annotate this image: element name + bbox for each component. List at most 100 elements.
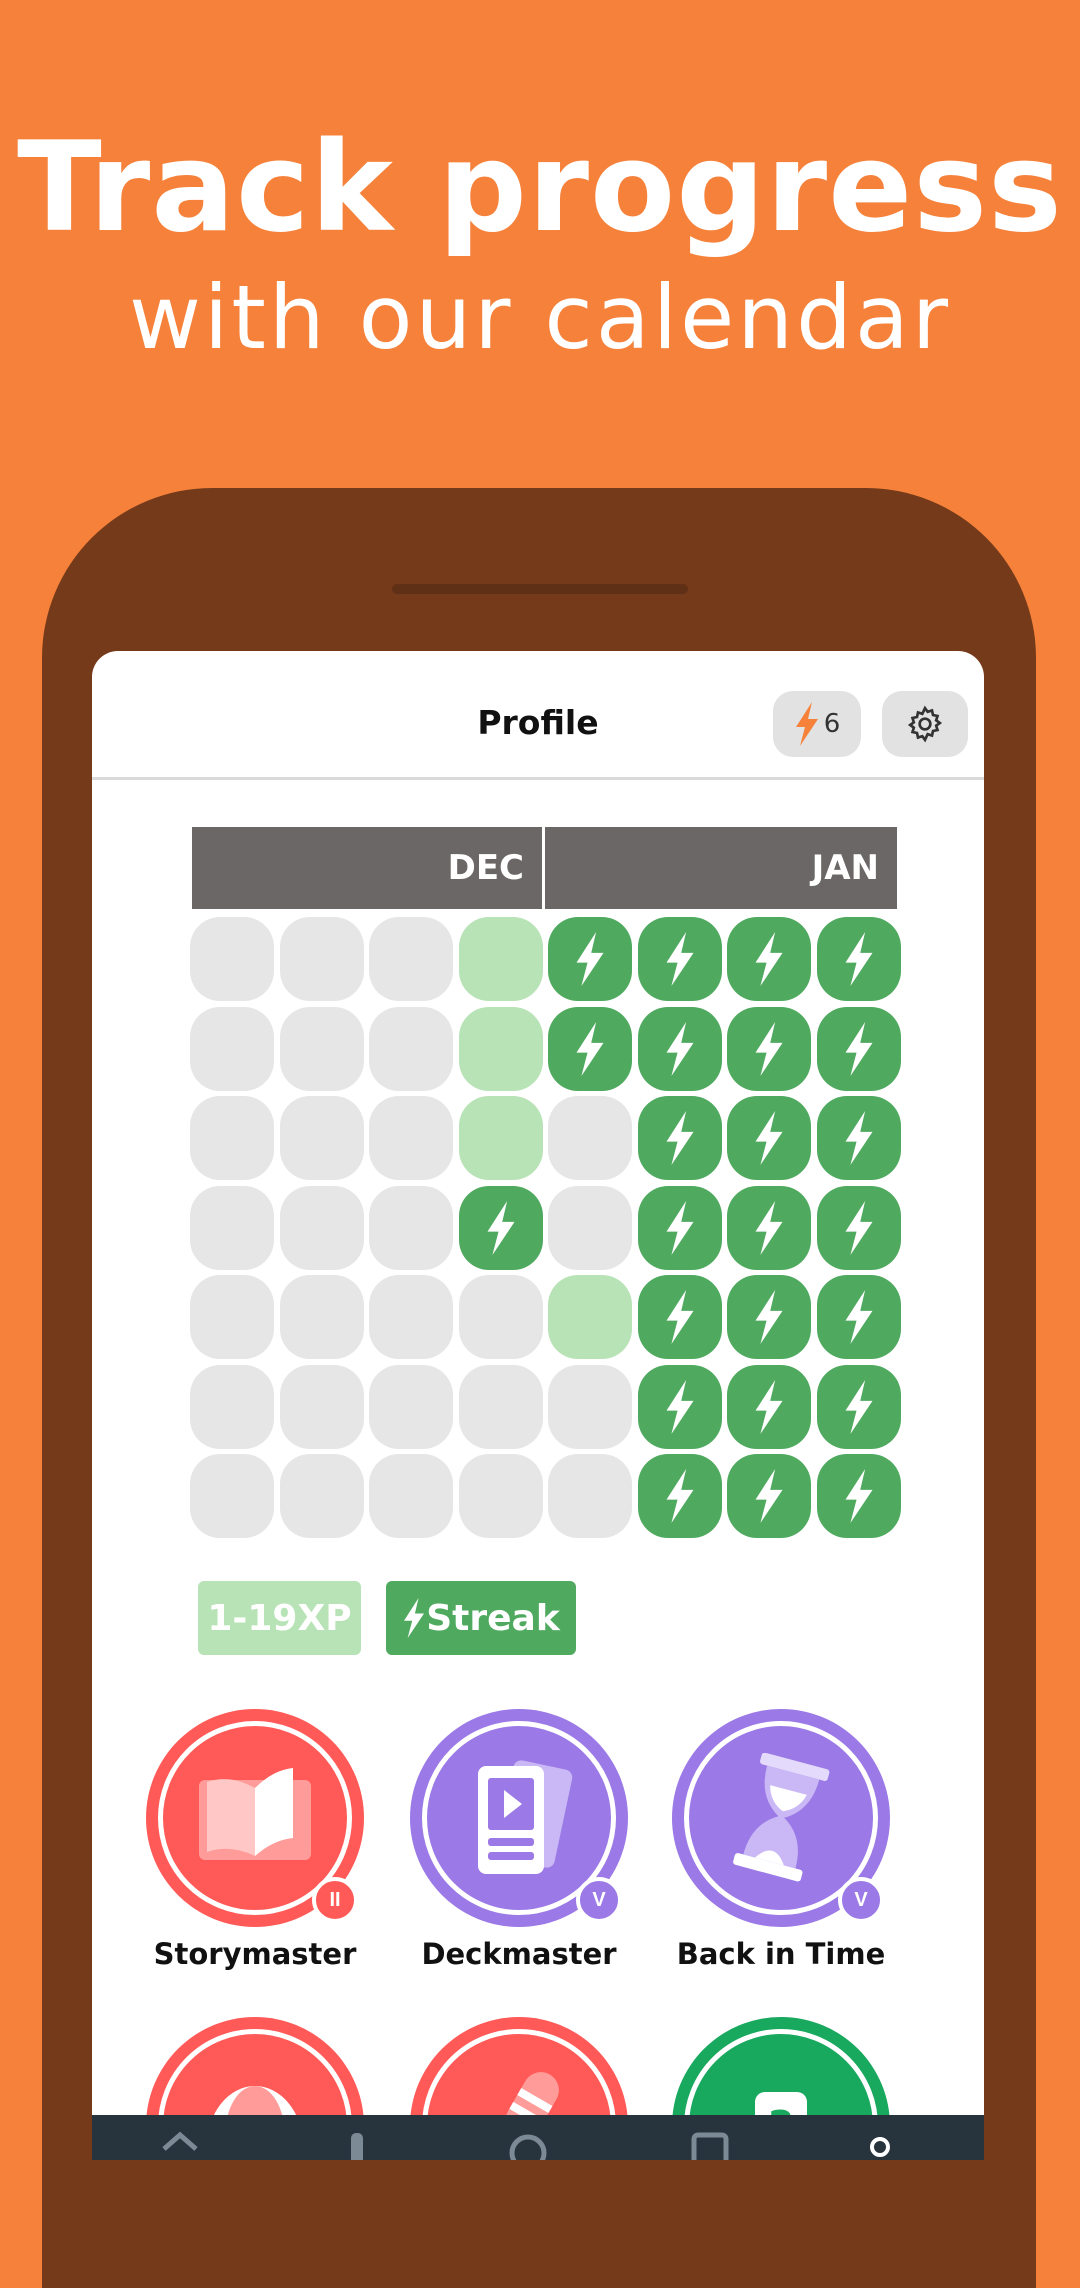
calendar-day-streak[interactable] <box>816 1185 901 1270</box>
calendar-day-empty[interactable] <box>369 1006 453 1091</box>
badge-medal: V <box>672 1709 890 1927</box>
bottom-navigation <box>92 2115 984 2160</box>
calendar-day-streak[interactable] <box>727 1096 811 1180</box>
lightning-bolt-icon <box>755 1021 783 1076</box>
calendar-day-empty[interactable] <box>279 1096 364 1180</box>
calendar-day-streak[interactable] <box>637 917 722 1001</box>
calendar-day-empty[interactable] <box>548 1096 632 1180</box>
badge-level: II <box>312 1877 358 1923</box>
calendar-day-empty[interactable] <box>548 1185 632 1270</box>
badge-medal: V <box>410 1709 628 1927</box>
calendar-day-empty[interactable] <box>369 1096 453 1180</box>
calendar-day-streak[interactable] <box>816 1006 901 1091</box>
hourglass-icon <box>733 1753 830 1882</box>
calendar-day-xp[interactable] <box>458 1096 543 1180</box>
streak-counter-button[interactable]: 6 <box>773 691 861 757</box>
calendar-day-streak[interactable] <box>637 1454 722 1538</box>
calendar-day-empty[interactable] <box>190 917 274 1001</box>
calendar-day-empty[interactable] <box>369 1185 453 1270</box>
calendar-day-streak[interactable] <box>727 1275 811 1359</box>
calendar-day-streak[interactable] <box>816 1364 901 1449</box>
calendar-day-xp[interactable] <box>458 917 543 1001</box>
calendar-day-empty[interactable] <box>190 1454 274 1538</box>
lightning-bolt-icon <box>404 1598 425 1638</box>
lightning-bolt-icon <box>755 1469 783 1523</box>
lessons-icon[interactable] <box>337 2129 377 2160</box>
calendar-day-streak[interactable] <box>548 917 632 1001</box>
calendar-day-streak[interactable] <box>816 1275 901 1359</box>
gear-icon <box>907 705 943 743</box>
calendar-day-streak[interactable] <box>816 1454 901 1538</box>
lightning-bolt-icon <box>845 1379 872 1434</box>
calendar-day-empty[interactable] <box>279 1454 364 1538</box>
badge-label: Deckmaster <box>421 1937 617 1971</box>
lightning-bolt-icon <box>576 1021 604 1076</box>
calendar-day-empty[interactable] <box>279 917 364 1001</box>
calendar-day-xp[interactable] <box>458 1006 543 1091</box>
calendar-day-streak[interactable] <box>727 1185 811 1270</box>
top-bar: Profile 6 <box>92 651 984 780</box>
month-label-jan: JAN <box>545 827 897 909</box>
calendar-day-empty[interactable] <box>279 1006 364 1091</box>
calendar-day-empty[interactable] <box>279 1275 364 1359</box>
calendar-day-streak[interactable] <box>548 1006 632 1091</box>
profile-icon[interactable] <box>860 2129 900 2160</box>
calendar-day-empty[interactable] <box>369 917 453 1001</box>
lightning-bolt-icon <box>845 1290 872 1344</box>
calendar-day-empty[interactable] <box>369 1454 453 1538</box>
calendar-day-empty[interactable] <box>190 1364 274 1449</box>
badge-deckmaster[interactable]: V Deckmaster <box>404 1709 634 1971</box>
streak-count: 6 <box>823 709 841 739</box>
calendar-day-empty[interactable] <box>190 1006 274 1091</box>
open-book-icon <box>199 1768 311 1860</box>
calendar-day-empty[interactable] <box>190 1096 274 1180</box>
calendar-day-empty[interactable] <box>548 1454 632 1538</box>
calendar-day-empty[interactable] <box>279 1185 364 1270</box>
lightning-bolt-icon <box>845 1469 872 1523</box>
lightning-bolt-icon <box>755 932 783 986</box>
home-icon[interactable] <box>160 2129 200 2160</box>
calendar-day-streak[interactable] <box>727 1364 811 1449</box>
phone-speaker <box>392 584 688 594</box>
calendar-day-empty[interactable] <box>458 1364 543 1449</box>
legend-xp: 1-19XP <box>198 1581 361 1655</box>
search-icon[interactable] <box>508 2129 548 2160</box>
calendar-day-empty[interactable] <box>190 1185 274 1270</box>
calendar-day-streak[interactable] <box>816 917 901 1001</box>
lightning-bolt-icon <box>845 1200 872 1255</box>
calendar-day-streak[interactable] <box>637 1006 722 1091</box>
calendar-day-xp[interactable] <box>548 1275 632 1359</box>
calendar-day-empty[interactable] <box>548 1364 632 1449</box>
calendar-day-streak[interactable] <box>637 1364 722 1449</box>
legend-streak: Streak <box>386 1581 576 1655</box>
calendar-day-streak[interactable] <box>727 917 811 1001</box>
calendar-day-empty[interactable] <box>458 1454 543 1538</box>
calendar-day-empty[interactable] <box>458 1275 543 1359</box>
headline-subtitle: with our calendar <box>128 266 952 369</box>
badge-label: Storymaster <box>153 1937 357 1971</box>
calendar-day-streak[interactable] <box>637 1096 722 1180</box>
app-screen: Profile 6 DEC JAN 1-19XP Streak II Storym… <box>92 651 984 2160</box>
badge-storymaster[interactable]: II Storymaster <box>140 1709 370 1971</box>
calendar-day-empty[interactable] <box>279 1364 364 1449</box>
badge-back-in-time[interactable]: V Back in Time <box>666 1709 896 1971</box>
calendar-day-streak[interactable] <box>816 1096 901 1180</box>
calendar-day-empty[interactable] <box>190 1275 274 1359</box>
calendar-day-streak[interactable] <box>637 1275 722 1359</box>
lightning-bolt-icon <box>795 702 818 746</box>
lightning-bolt-icon <box>845 1111 872 1165</box>
calendar-day-empty[interactable] <box>369 1364 453 1449</box>
calendar-day-streak[interactable] <box>637 1185 722 1270</box>
calendar-day-streak[interactable] <box>458 1185 543 1270</box>
lightning-bolt-icon <box>666 1379 693 1434</box>
cards-icon[interactable] <box>690 2129 730 2160</box>
badge-level: V <box>838 1877 884 1923</box>
calendar-day-streak[interactable] <box>727 1454 811 1538</box>
lightning-bolt-icon <box>755 1200 783 1255</box>
month-header: DEC JAN <box>192 827 897 909</box>
settings-button[interactable] <box>882 691 968 757</box>
calendar-day-streak[interactable] <box>727 1006 811 1091</box>
lightning-bolt-icon <box>666 1469 693 1523</box>
calendar-day-empty[interactable] <box>369 1275 453 1359</box>
legend-streak-label: Streak <box>426 1597 560 1639</box>
